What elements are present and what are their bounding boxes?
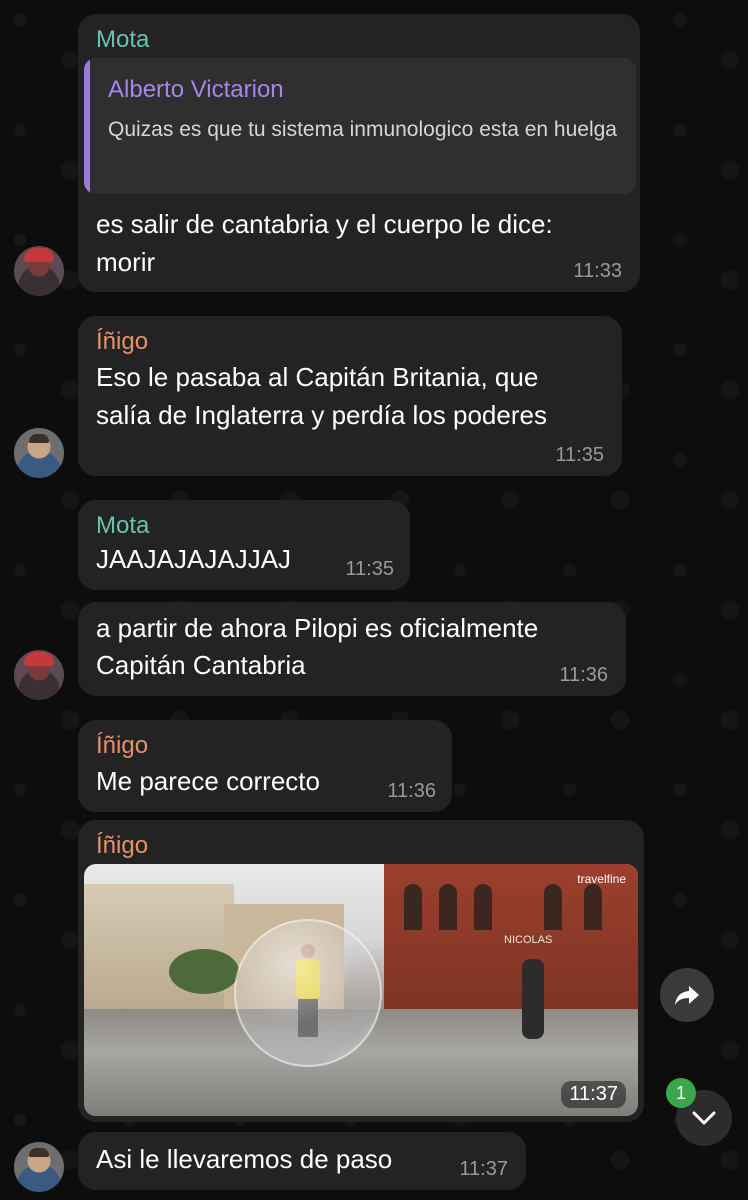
quoted-sender-name: Alberto Victarion bbox=[108, 76, 284, 103]
message-time: 11:35 bbox=[345, 558, 394, 580]
message-bubble[interactable]: Mota JAAJAJAJAJJAJ 11:35 bbox=[78, 500, 410, 590]
quoted-message-text: Quizas es que tu sistema inmunologico es… bbox=[108, 118, 617, 141]
message-bubble[interactable]: Íñigo Eso le pasaba al Capitán Britania,… bbox=[78, 316, 622, 476]
message-time: 11:36 bbox=[559, 664, 608, 686]
message-line: Asi le llevaremos de paso bbox=[96, 1144, 393, 1174]
sender-name[interactable]: Mota bbox=[96, 26, 149, 54]
message-line: salía de Inglaterra y perdía los poderes bbox=[96, 400, 547, 430]
message-time: 11:37 bbox=[459, 1158, 508, 1180]
message-time: 11:36 bbox=[387, 780, 436, 802]
avatar-mota[interactable] bbox=[14, 650, 64, 700]
video-thumbnail[interactable]: travelfine NICOLAS 11:37 bbox=[84, 864, 638, 1116]
message-bubble[interactable]: Mota Alberto Victarion Quizas es que tu … bbox=[78, 14, 640, 292]
chevron-down-icon bbox=[692, 1111, 716, 1125]
avatar-mota[interactable] bbox=[14, 246, 64, 296]
message-time: 11:35 bbox=[555, 444, 604, 466]
video-sign: NICOLAS bbox=[504, 934, 553, 946]
video-time: 11:37 bbox=[561, 1081, 626, 1108]
message-line: Eso le pasaba al Capitán Britania, que bbox=[96, 362, 539, 392]
sender-name[interactable]: Íñigo bbox=[96, 832, 148, 860]
message-bubble[interactable]: a partir de ahora Pilopi es oficialmente… bbox=[78, 602, 626, 696]
avatar-inigo[interactable] bbox=[14, 1142, 64, 1192]
message-line: JAAJAJAJAJJAJ bbox=[96, 544, 292, 574]
quote-accent-bar bbox=[84, 58, 90, 194]
forward-button[interactable] bbox=[660, 968, 714, 1022]
message-line: es salir de cantabria y el cuerpo le dic… bbox=[96, 209, 553, 239]
avatar-inigo[interactable] bbox=[14, 428, 64, 478]
quoted-reply[interactable]: Alberto Victarion Quizas es que tu siste… bbox=[84, 58, 636, 194]
unread-count-badge: 1 bbox=[666, 1078, 696, 1108]
video-scene bbox=[522, 959, 544, 1039]
message-line: a partir de ahora Pilopi es oficialmente bbox=[96, 613, 539, 643]
message-bubble[interactable]: Íñigo Me parece correcto 11:36 bbox=[78, 720, 452, 812]
video-watermark: travelfine bbox=[577, 872, 626, 886]
message-bubble[interactable]: Asi le llevaremos de paso 11:37 bbox=[78, 1132, 526, 1190]
sender-name[interactable]: Mota bbox=[96, 512, 149, 540]
video-scene bbox=[169, 949, 239, 994]
forward-arrow-icon bbox=[675, 986, 699, 1005]
message-time: 11:33 bbox=[573, 260, 622, 282]
video-scene bbox=[234, 919, 382, 1067]
message-line: Me parece correcto bbox=[96, 766, 320, 796]
sender-name[interactable]: Íñigo bbox=[96, 732, 148, 760]
message-line: Capitán Cantabria bbox=[96, 650, 306, 680]
message-bubble[interactable]: Íñigo travelfine NICOLAS 11:37 bbox=[78, 820, 644, 1122]
message-line: morir bbox=[96, 247, 156, 277]
sender-name[interactable]: Íñigo bbox=[96, 328, 148, 356]
